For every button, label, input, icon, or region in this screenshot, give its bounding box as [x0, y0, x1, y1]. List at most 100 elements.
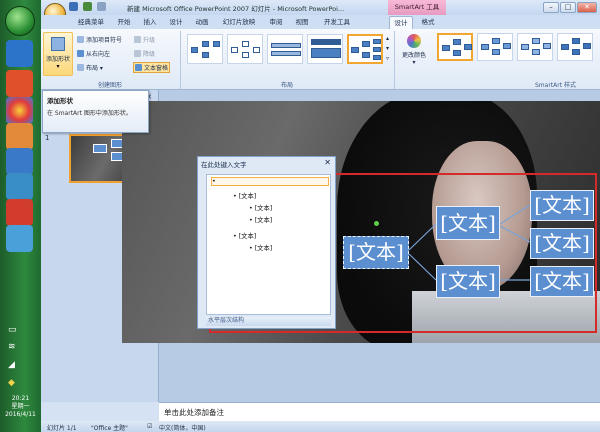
layout-option-4[interactable]	[307, 34, 343, 64]
tab-classic-menu[interactable]: 经典菜单	[73, 16, 109, 29]
bullet-item-6[interactable]: • [文本]	[249, 243, 272, 252]
right-to-left-label: 从右向左	[86, 51, 111, 58]
notes-pane[interactable]: 单击此处添加备注	[159, 402, 600, 421]
layout-option-2[interactable]	[227, 34, 263, 64]
layout-icon	[77, 64, 84, 71]
smartart-node-text: [文本]	[534, 231, 590, 255]
promote-button[interactable]: 升级	[134, 35, 155, 44]
tab-design[interactable]: 设计	[165, 16, 187, 29]
redo-icon[interactable]	[97, 2, 107, 11]
bullet-item-2[interactable]: • [文本]	[233, 191, 256, 200]
layout-gallery-scroll-down[interactable]: ▾	[386, 45, 389, 52]
text-pane-editor[interactable]: • • [文本] • [文本] • [文本] • [文本] • [文本]	[206, 174, 331, 315]
tab-view[interactable]: 视图	[291, 16, 313, 29]
tab-review[interactable]: 审阅	[265, 16, 287, 29]
bullet-text: [文本]	[254, 217, 273, 224]
tab-developer[interactable]: 开发工具	[317, 16, 357, 29]
smartart-text-pane: 在此处键入文字 ✕ • • [文本] • [文本] • [文本] • [文本] …	[197, 156, 336, 329]
smartart-node-level3-c[interactable]: [文本]	[530, 266, 594, 297]
tray-icon-2[interactable]: ◆	[8, 378, 15, 388]
tab-home[interactable]: 开始	[113, 16, 135, 29]
layout-option-1[interactable]	[187, 34, 223, 64]
slide-number: 1	[45, 134, 50, 142]
bullet-item-1[interactable]: •	[211, 177, 329, 186]
smartart-node-root[interactable]: [文本]	[343, 236, 409, 269]
smartart-node-text: [文本]	[534, 193, 590, 217]
smartart-node-text: [文本]	[348, 240, 404, 264]
rotate-handle[interactable]	[374, 221, 379, 226]
tray-icon-1[interactable]: ▭	[8, 325, 17, 335]
layout-gallery-scroll-up[interactable]: ▴	[386, 35, 389, 42]
tab-animations[interactable]: 动画	[191, 16, 213, 29]
status-language: 中文(简体，中国)	[159, 425, 206, 432]
tab-insert[interactable]: 插入	[139, 16, 161, 29]
smartart-style-1[interactable]	[437, 33, 473, 61]
app-icon-3[interactable]	[6, 97, 33, 124]
ribbon: 添加形状 ▾ 添加项目符号 从右向左 布局 ▾ 升级 降级 文本窗格 创建图形 …	[41, 29, 600, 90]
smartart-node-text: [文本]	[440, 211, 496, 235]
smartart-style-4[interactable]	[557, 33, 593, 61]
app-icon-6[interactable]	[6, 173, 33, 200]
promote-icon	[134, 36, 141, 43]
add-bullet-icon	[77, 36, 84, 43]
add-shape-button[interactable]: 添加形状 ▾	[43, 32, 73, 76]
group-separator	[394, 31, 395, 89]
add-bullet-button[interactable]: 添加项目符号	[77, 35, 122, 44]
create-graphic-group-label: 创建图形	[97, 82, 122, 89]
status-bar: 幻灯片 1/1 "Office 主题" ☑ 中文(简体，中国)	[41, 421, 600, 432]
minimize-button[interactable]: –	[543, 2, 559, 13]
maximize-button[interactable]: □	[560, 2, 576, 13]
smartart-style-2[interactable]	[477, 33, 513, 61]
add-shape-tooltip: 添加形状 在 SmartArt 图形中添加形状。	[42, 90, 149, 133]
status-check-icon[interactable]: ☑	[147, 423, 152, 430]
bullet-text: [文本]	[254, 205, 273, 212]
tab-slide-show[interactable]: 幻灯片放映	[217, 16, 261, 29]
wifi-icon[interactable]: ≋	[8, 342, 16, 352]
layouts-group-label: 布局	[280, 82, 293, 89]
layout-gallery-more[interactable]: ▿	[386, 55, 389, 62]
app-icon-4[interactable]	[6, 123, 33, 150]
tray-clock[interactable]: 20:21 星期一 2016/4/11	[3, 395, 38, 419]
layout-option-horizontal-hierarchy[interactable]	[347, 34, 383, 64]
smartart-node-level3-a[interactable]: [文本]	[530, 190, 594, 221]
start-button[interactable]	[5, 6, 35, 36]
smartart-tools-context-tab: SmartArt 工具	[388, 0, 446, 15]
app-icon-8[interactable]	[6, 225, 33, 252]
status-theme: "Office 主题"	[91, 425, 128, 432]
demote-button[interactable]: 降级	[134, 49, 155, 58]
smartart-node-level2-b[interactable]: [文本]	[436, 265, 500, 298]
tab-smartart-design[interactable]: 设计	[389, 16, 413, 29]
save-icon[interactable]	[69, 2, 78, 11]
tab-smartart-format[interactable]: 格式	[417, 16, 439, 29]
title-bar: 新建 Microsoft Office PowerPoint 2007 幻灯片 …	[41, 0, 600, 15]
tooltip-title: 添加形状	[47, 97, 73, 105]
layout-dropdown-button[interactable]: 布局 ▾	[77, 63, 103, 72]
text-pane-button[interactable]: 文本窗格	[133, 62, 171, 73]
smartart-styles-group-label: SmartArt 样式	[535, 82, 576, 89]
status-slide-count: 幻灯片 1/1	[47, 425, 77, 432]
text-pane-layout-name[interactable]: 水平层次结构	[206, 317, 331, 326]
smartart-node-level3-b[interactable]: [文本]	[530, 228, 594, 259]
layout-option-3[interactable]	[267, 34, 303, 64]
app-icon-5[interactable]	[6, 148, 33, 175]
clock-weekday: 星期一	[11, 403, 30, 410]
change-colors-button[interactable]: 更改颜色 ▾	[399, 34, 429, 66]
close-icon[interactable]: ✕	[324, 158, 331, 167]
volume-icon[interactable]: ◢	[8, 360, 15, 370]
add-bullet-label: 添加项目符号	[86, 37, 123, 44]
tooltip-text: 在 SmartArt 图形中添加形状。	[47, 110, 132, 117]
smartart-node-text: [文本]	[440, 269, 496, 293]
undo-icon[interactable]	[83, 2, 93, 11]
bullet-item-4[interactable]: • [文本]	[249, 215, 272, 224]
bullet-item-3[interactable]: • [文本]	[249, 203, 272, 212]
app-icon-2[interactable]	[6, 70, 33, 97]
ribbon-tab-bar: 经典菜单 开始 插入 设计 动画 幻灯片放映 审阅 视图 开发工具 设计 格式	[41, 15, 600, 29]
app-icon-1[interactable]	[6, 40, 33, 67]
powerpoint-taskbar-icon[interactable]	[6, 199, 33, 226]
add-shape-icon	[51, 37, 65, 51]
smartart-node-level2-a[interactable]: [文本]	[436, 206, 500, 240]
bullet-item-5[interactable]: • [文本]	[233, 231, 256, 240]
close-button[interactable]: ✕	[577, 2, 597, 13]
right-to-left-button[interactable]: 从右向左	[77, 49, 110, 58]
smartart-style-3[interactable]	[517, 33, 553, 61]
